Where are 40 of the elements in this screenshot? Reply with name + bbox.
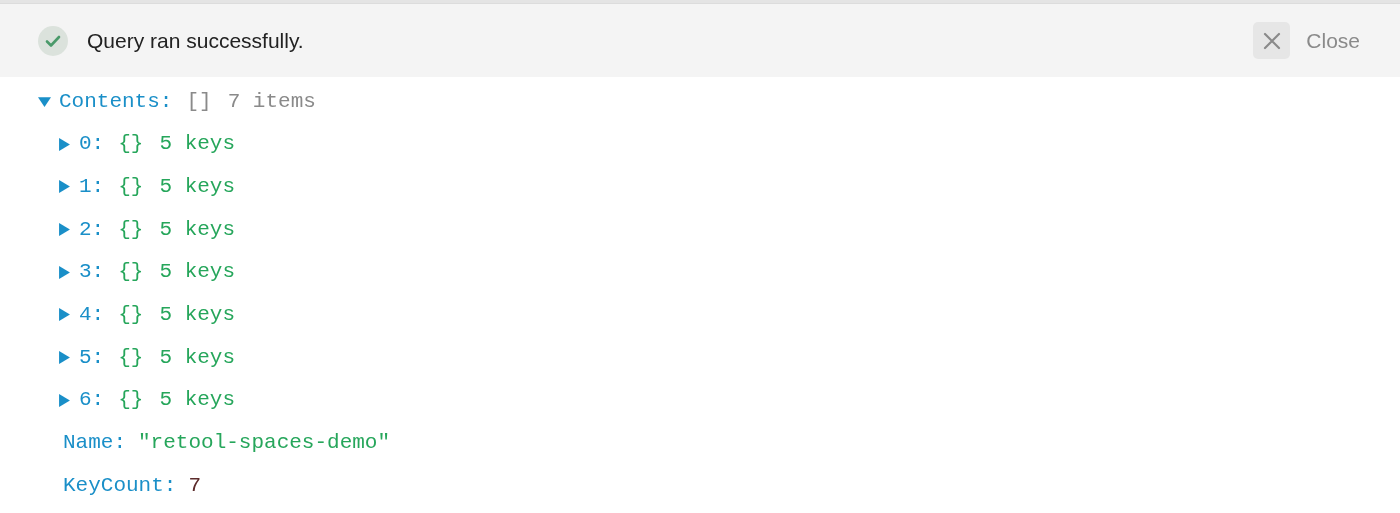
success-message: Query ran successfully.: [87, 27, 304, 54]
tree-toggle[interactable]: Contents:: [38, 85, 173, 118]
close-icon: [1262, 31, 1281, 50]
type-brackets: {}: [118, 302, 144, 329]
type-brackets: []: [186, 88, 212, 115]
type-brackets: {}: [118, 173, 144, 200]
property-value: "retool-spaces-demo": [138, 430, 391, 457]
item-count: 7 items: [227, 88, 316, 115]
item-count: 5 keys: [159, 216, 236, 243]
item-count: 5 keys: [159, 344, 236, 371]
caret-right-icon: [58, 393, 71, 407]
caret-right-icon: [58, 350, 71, 364]
item-count: 5 keys: [159, 173, 236, 200]
property-key: Name:: [63, 427, 126, 459]
type-brackets: {}: [118, 344, 144, 371]
item-count: 5 keys: [159, 387, 236, 414]
item-count: 5 keys: [159, 302, 236, 329]
tree-toggle[interactable]: 4:: [58, 299, 105, 331]
item-count: 5 keys: [159, 259, 236, 286]
caret-right-icon: [58, 180, 71, 194]
caret-right-icon: [58, 265, 71, 279]
type-brackets: {}: [118, 387, 144, 414]
caret-right-icon: [58, 222, 71, 236]
tree-toggle[interactable]: 2:: [58, 213, 105, 246]
tree-toggle[interactable]: 0:: [58, 128, 105, 160]
type-brackets: {}: [118, 216, 144, 243]
caret-right-icon: [58, 137, 71, 151]
property-key: KeyCount:: [63, 469, 177, 502]
tree-toggle[interactable]: 5:: [58, 341, 105, 374]
type-brackets: {}: [118, 259, 144, 286]
close-button[interactable]: Close: [1253, 22, 1360, 59]
caret-right-icon: [58, 308, 71, 322]
type-brackets: {}: [118, 131, 144, 158]
property-value: 7: [188, 472, 202, 499]
item-count: 5 keys: [159, 131, 236, 158]
tree-toggle[interactable]: 3:: [58, 256, 105, 288]
check-circle-icon: [38, 25, 68, 56]
tree-toggle[interactable]: 1:: [58, 170, 105, 203]
caret-down-icon: [38, 94, 51, 108]
tree-toggle[interactable]: 6:: [58, 384, 105, 416]
